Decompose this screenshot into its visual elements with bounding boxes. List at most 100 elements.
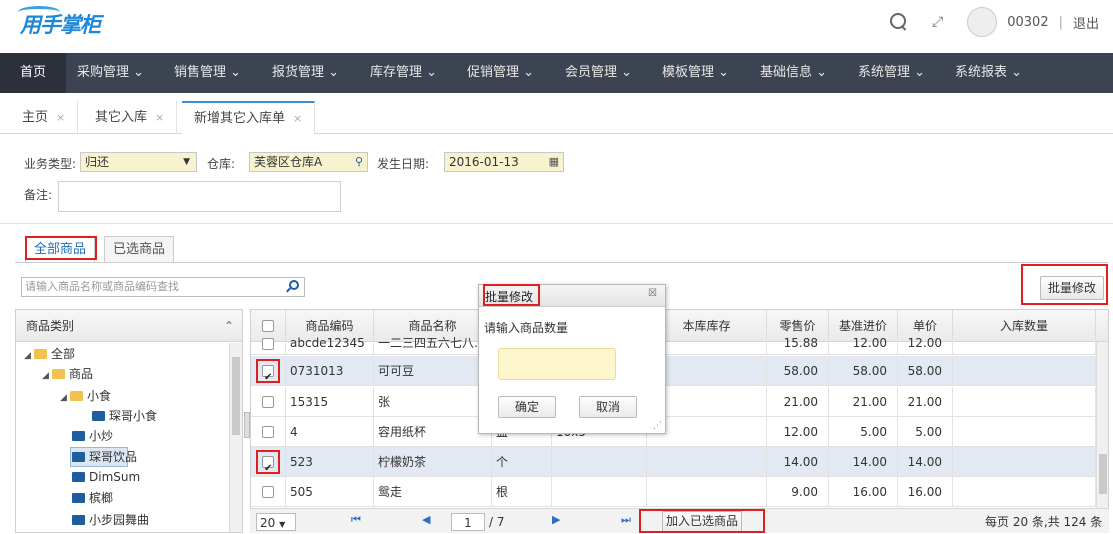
nav-system-report[interactable]: 系统报表 ⌄ xyxy=(955,53,1022,93)
nav-member[interactable]: 会员管理 ⌄ xyxy=(565,53,632,93)
avatar[interactable] xyxy=(967,7,998,37)
row-checkbox[interactable] xyxy=(262,338,274,350)
nav-purchase[interactable]: 采购管理 ⌄ xyxy=(77,53,144,93)
close-icon[interactable]: ☒ xyxy=(648,288,657,299)
page-size-select[interactable]: 20 ▼ xyxy=(256,513,296,531)
memo-field[interactable] xyxy=(58,181,341,212)
cell-name: 可可豆 xyxy=(374,356,492,386)
table-row[interactable]: 15315 张 21.00 21.00 21.00 xyxy=(251,387,1096,417)
divider xyxy=(0,223,1113,224)
logout-link[interactable]: 退出 xyxy=(1073,13,1099,32)
row-checkbox[interactable] xyxy=(262,396,274,408)
nav-home[interactable]: 首页 xyxy=(0,53,66,93)
search-icon[interactable]: ⚲ xyxy=(355,153,363,171)
tree-item-all[interactable]: ◢ 全部 xyxy=(24,344,75,364)
warehouse-field[interactable]: 芙蓉区仓库A ⚲ xyxy=(249,152,368,172)
tree-item-stirfry[interactable]: 小炒 xyxy=(72,426,113,446)
chevron-down-icon[interactable]: ▼ xyxy=(183,153,190,171)
collapse-icon[interactable]: ⌃ xyxy=(224,310,234,342)
goods-search-input[interactable]: 请输入商品名称或商品编码查找 xyxy=(21,277,305,297)
cell-qty[interactable] xyxy=(953,336,1096,355)
tree-item-chen-drinks[interactable]: 琛哥饮品 xyxy=(72,447,137,467)
nav-sales[interactable]: 销售管理 ⌄ xyxy=(174,53,241,93)
select-all-checkbox[interactable] xyxy=(262,320,274,332)
tree-label: 琛哥饮品 xyxy=(89,450,138,464)
nav-system[interactable]: 系统管理 ⌄ xyxy=(858,53,925,93)
close-icon[interactable]: × xyxy=(293,112,302,125)
prev-page-icon[interactable]: ◀ xyxy=(422,513,430,526)
page-input[interactable]: 1 xyxy=(451,513,485,531)
table-row[interactable]: 505 鸳走根 9.00 16.00 16.00 xyxy=(251,477,1096,507)
highlight-box xyxy=(483,284,540,306)
close-icon[interactable]: × xyxy=(56,111,65,124)
folder-icon xyxy=(72,493,85,503)
tab-selected-goods[interactable]: 已选商品 xyxy=(104,236,175,262)
nav-report-goods[interactable]: 报货管理 ⌄ xyxy=(272,53,339,93)
page-size-value: 20 xyxy=(260,516,276,530)
cell-retail: 12.00 xyxy=(767,417,829,447)
tab-other-in[interactable]: 其它入库 × xyxy=(83,101,178,134)
fullscreen-icon[interactable]: ⤢ xyxy=(932,14,943,30)
tree-item-chen-snacks[interactable]: 琛哥小食 xyxy=(92,406,157,426)
cell-qty[interactable] xyxy=(953,447,1096,477)
cell-price: 12.00 xyxy=(898,336,953,355)
table-row[interactable]: abcde12345 一二三四五六七八... 15.88 12.00 12.00 xyxy=(251,336,1096,355)
scrollbar-thumb[interactable] xyxy=(232,357,240,435)
tree-item-dimsum[interactable]: DimSum xyxy=(72,467,140,487)
scrollbar-thumb[interactable] xyxy=(1099,454,1107,494)
confirm-button[interactable]: 确定 xyxy=(498,396,556,418)
tree-item-betel[interactable]: 槟榔 xyxy=(72,488,113,508)
tab-new-other-in[interactable]: 新增其它入库单 × xyxy=(182,101,316,134)
nav-basic-info[interactable]: 基础信息 ⌄ xyxy=(760,53,827,93)
nav-promotion[interactable]: 促销管理 ⌄ xyxy=(467,53,534,93)
scrollbar[interactable] xyxy=(229,343,242,532)
cancel-button[interactable]: 取消 xyxy=(579,396,637,418)
nav-template[interactable]: 模板管理 ⌄ xyxy=(662,53,729,93)
row-checkbox[interactable] xyxy=(262,486,274,498)
expand-icon[interactable]: ◢ xyxy=(24,346,34,366)
highlight-box xyxy=(1021,264,1108,305)
cell-spec xyxy=(552,447,647,477)
warehouse-value: 芙蓉区仓库A xyxy=(254,155,323,169)
row-checkbox[interactable] xyxy=(262,426,274,438)
user-id[interactable]: 00302 xyxy=(1007,15,1048,30)
checkbox-cell xyxy=(251,477,286,507)
cell-qty[interactable] xyxy=(953,356,1096,386)
resize-grip-icon[interactable]: ⋰ xyxy=(653,421,662,431)
cell-qty[interactable] xyxy=(953,477,1096,507)
expand-icon[interactable]: ◢ xyxy=(42,366,52,386)
cell-qty[interactable] xyxy=(953,387,1096,417)
first-page-icon[interactable]: ⏮ xyxy=(351,513,361,527)
nav-inventory[interactable]: 库存管理 ⌄ xyxy=(370,53,437,93)
cell-retail: 58.00 xyxy=(767,356,829,386)
cell-unit: 根 xyxy=(492,477,552,507)
folder-icon xyxy=(72,472,85,482)
quantity-input[interactable] xyxy=(498,348,616,380)
table-row[interactable]: 4容用纸杯盒10x512.005.005.00 xyxy=(251,417,1096,447)
close-icon[interactable]: × xyxy=(155,111,164,124)
date-field[interactable]: 2016-01-13 ▦ xyxy=(444,152,564,172)
cell-qty[interactable] xyxy=(953,417,1096,447)
search-icon[interactable] xyxy=(890,13,908,31)
cell-base: 12.00 xyxy=(829,336,898,355)
biz-type-select[interactable]: 归还 ▼ xyxy=(80,152,197,172)
cell-price: 16.00 xyxy=(898,477,953,507)
cell-price: 58.00 xyxy=(898,356,953,386)
last-page-icon[interactable]: ⏭ xyxy=(621,513,631,527)
scrollbar[interactable] xyxy=(1096,342,1108,508)
calendar-icon[interactable]: ▦ xyxy=(549,153,559,171)
table-row[interactable]: 523柠檬奶茶个14.0014.0014.00 xyxy=(251,447,1096,477)
cell-retail: 15.88 xyxy=(767,336,829,355)
cell-name: 柠檬奶茶 xyxy=(374,447,492,477)
tree-item-snacks[interactable]: ◢ 小食 xyxy=(60,386,111,406)
tree-label: 琛哥小食 xyxy=(109,409,158,423)
expand-icon[interactable]: ◢ xyxy=(60,388,70,408)
tab-home[interactable]: 主页 × xyxy=(10,101,79,134)
folder-icon xyxy=(72,515,85,525)
next-page-icon[interactable]: ▶ xyxy=(552,513,560,526)
tree-item-waltz[interactable]: 小步园舞曲 xyxy=(72,510,149,530)
table-row[interactable]: 0731013可可豆58.0058.0058.00 xyxy=(251,356,1096,386)
tree-item-goods[interactable]: ◢ 商品 xyxy=(42,364,93,384)
search-icon[interactable] xyxy=(289,280,299,290)
cell-base: 14.00 xyxy=(829,447,898,477)
